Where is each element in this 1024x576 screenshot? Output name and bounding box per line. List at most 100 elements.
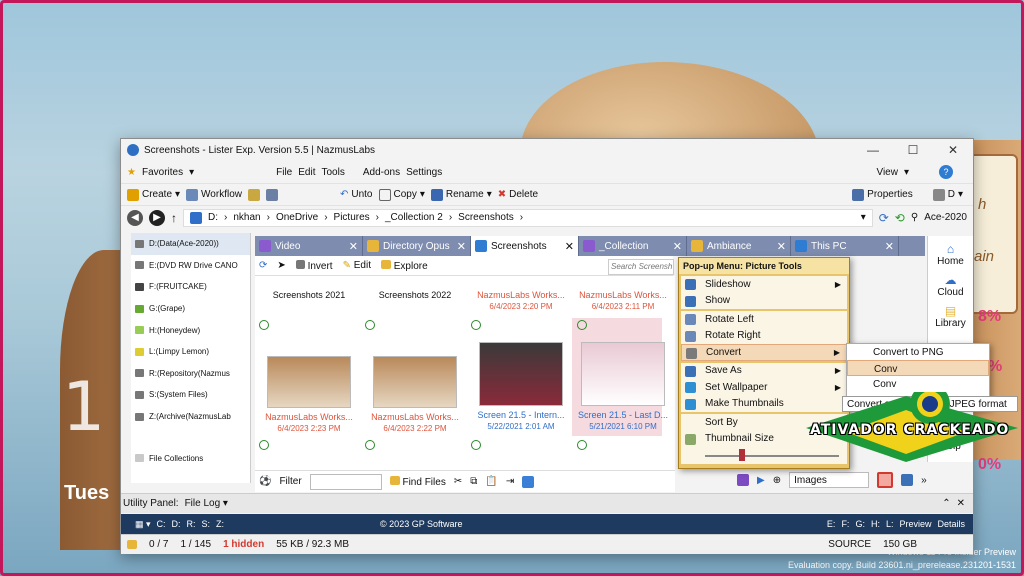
check-icon[interactable] [259, 320, 269, 330]
tree-item[interactable]: D:(Data(Ace-2020)) [131, 233, 250, 255]
close-icon[interactable]: ✕ [885, 240, 894, 253]
check-icon[interactable] [259, 440, 269, 450]
player-icon[interactable] [737, 474, 749, 486]
submenu-item[interactable]: Convert to PNG [847, 344, 989, 360]
drive-s[interactable]: S: [202, 519, 211, 529]
drive-c[interactable]: C: [157, 519, 166, 529]
tab-collection[interactable]: _Collection ✕ [579, 236, 687, 256]
check-icon[interactable] [365, 440, 375, 450]
more-icon[interactable]: » [921, 475, 927, 486]
tree-item[interactable]: F:(FRUITCAKE) [131, 276, 250, 298]
breadcrumb-segment[interactable]: _Collection 2 [385, 212, 443, 223]
folder-item[interactable]: Screenshots 2022 [365, 290, 465, 300]
preview-button[interactable]: Preview [899, 519, 931, 529]
check-icon[interactable] [365, 320, 375, 330]
tree-item[interactable]: L:(Limpy Lemon) [131, 341, 250, 363]
check-icon[interactable] [577, 320, 587, 330]
submenu-item[interactable]: Conv [847, 376, 989, 392]
close-icon[interactable]: ✕ [349, 240, 358, 253]
slider-handle[interactable] [739, 449, 745, 461]
check-icon[interactable] [471, 440, 481, 450]
details-view-button[interactable] [901, 474, 914, 486]
properties-button[interactable]: Properties [852, 188, 913, 201]
search-input[interactable]: Search Screensh [608, 259, 674, 275]
drive-h[interactable]: H: [871, 519, 880, 529]
close-icon[interactable]: ✕ [673, 240, 682, 253]
cursor-icon[interactable]: ➤ [277, 260, 285, 271]
close-icon[interactable]: ✕ [565, 240, 574, 253]
drive-e[interactable]: E: [827, 519, 836, 529]
menu-item-save-as[interactable]: Save As ▶ [681, 362, 847, 379]
menu-tools[interactable]: Tools [321, 167, 344, 178]
check-icon[interactable] [577, 440, 587, 450]
invert-button[interactable]: Invert [295, 259, 333, 272]
file-collections[interactable]: File Collections [131, 447, 250, 469]
help-button[interactable]: ? [939, 165, 953, 179]
edit-button[interactable]: ✎ Edit [343, 260, 371, 271]
menu-addons[interactable]: Add-ons [363, 167, 400, 178]
library-button[interactable]: ▤ Library [928, 304, 973, 329]
tree-item[interactable]: R:(Repository(Nazmus [131, 363, 250, 385]
delete-button[interactable]: ✖ Delete [498, 189, 538, 200]
copy-button[interactable]: Copy ▾ [378, 188, 425, 201]
refresh-icon[interactable]: ⟳ [879, 211, 889, 225]
breadcrumb-segment[interactable]: OneDrive [276, 212, 318, 223]
chevron-down-icon[interactable]: ▾ [861, 212, 866, 223]
favorites-menu[interactable]: Favorites [142, 167, 183, 178]
explore-button[interactable]: Explore [380, 259, 428, 272]
tree-item[interactable]: H:(Honeydew) [131, 319, 250, 341]
utility-select[interactable]: File Log ▾ [185, 498, 228, 509]
tree-item[interactable]: S:(System Files) [131, 384, 250, 406]
breadcrumb-segment[interactable]: D: [208, 212, 218, 223]
breadcrumb-segment[interactable]: nkhan [233, 212, 260, 223]
scissors-icon[interactable]: ✂ [454, 476, 462, 487]
expand-icon[interactable]: ⌃ [942, 498, 950, 509]
submenu-item[interactable]: Conv [847, 360, 989, 376]
paste-icon[interactable]: 📋 [485, 476, 497, 487]
menu-file[interactable]: File [276, 167, 292, 178]
drive-d[interactable]: D: [172, 519, 181, 529]
check-icon[interactable] [471, 320, 481, 330]
home-button[interactable]: ⌂ Home [928, 242, 973, 267]
undo-button[interactable]: ↶ Unto [340, 189, 373, 200]
tree-item[interactable]: G:(Grape) [131, 298, 250, 320]
export-icon[interactable]: ⇥ [506, 476, 514, 487]
workflow-button[interactable]: Workflow [186, 188, 242, 201]
close-button[interactable]: ✕ [933, 143, 973, 157]
breadcrumb[interactable]: D: › nkhan › OneDrive › Pictures › _Collecti… [183, 208, 873, 227]
menu-edit[interactable]: Edit [298, 167, 315, 178]
tab-video[interactable]: Video ✕ [255, 236, 363, 256]
menu-item-convert[interactable]: Convert ▶ [681, 344, 847, 361]
menu-item-rotate-left[interactable]: Rotate Left [681, 311, 847, 328]
sync-icon[interactable]: ⟳ [259, 260, 267, 271]
grid-icon[interactable]: ▦ ▾ [135, 519, 151, 530]
menu-item-rotate-right[interactable]: Rotate Right [681, 327, 847, 344]
details-button[interactable]: Details [937, 519, 965, 529]
rename-button[interactable]: Rename ▾ [430, 188, 492, 201]
close-icon[interactable]: ✕ [777, 240, 786, 253]
drive-select[interactable]: D ▾ [932, 188, 963, 201]
menu-item-slideshow[interactable]: Slideshow ▶ [681, 276, 847, 293]
tree-item[interactable]: E:(DVD RW Drive CANO [131, 255, 250, 277]
view-menu[interactable]: View [876, 167, 898, 178]
back-button[interactable]: ◀ [127, 209, 143, 226]
view-mode-select[interactable]: Images [789, 472, 870, 488]
drive-l[interactable]: L: [886, 519, 894, 529]
tab-directory-opus[interactable]: Directory Opus ✕ [363, 236, 471, 256]
drive-r[interactable]: R: [187, 519, 196, 529]
file-item[interactable]: NazmusLabs Works... 6/4/2023 2:20 PM [471, 290, 571, 311]
breadcrumb-segment[interactable]: Pictures [334, 212, 370, 223]
tab-this-pc[interactable]: This PC ✕ [791, 236, 899, 256]
maximize-button[interactable]: ☐ [893, 143, 933, 157]
layout-icon[interactable] [247, 188, 260, 201]
filter-field[interactable] [309, 473, 382, 490]
tab-ambiance[interactable]: Ambiance ✕ [687, 236, 791, 256]
copy-icon[interactable]: ⧉ [470, 476, 477, 487]
file-item[interactable]: Screen 21.5 - Intern... 5/22/2021 2:01 AM [471, 342, 571, 431]
file-item[interactable]: NazmusLabs Works... 6/4/2023 2:11 PM [573, 290, 673, 311]
close-icon[interactable]: ✕ [457, 240, 466, 253]
file-item[interactable]: NazmusLabs Works... 6/4/2023 2:23 PM [259, 356, 359, 433]
drive-g[interactable]: G: [855, 519, 865, 529]
create-button[interactable]: Create ▾ [127, 188, 180, 201]
close-icon[interactable]: ✕ [957, 498, 965, 509]
